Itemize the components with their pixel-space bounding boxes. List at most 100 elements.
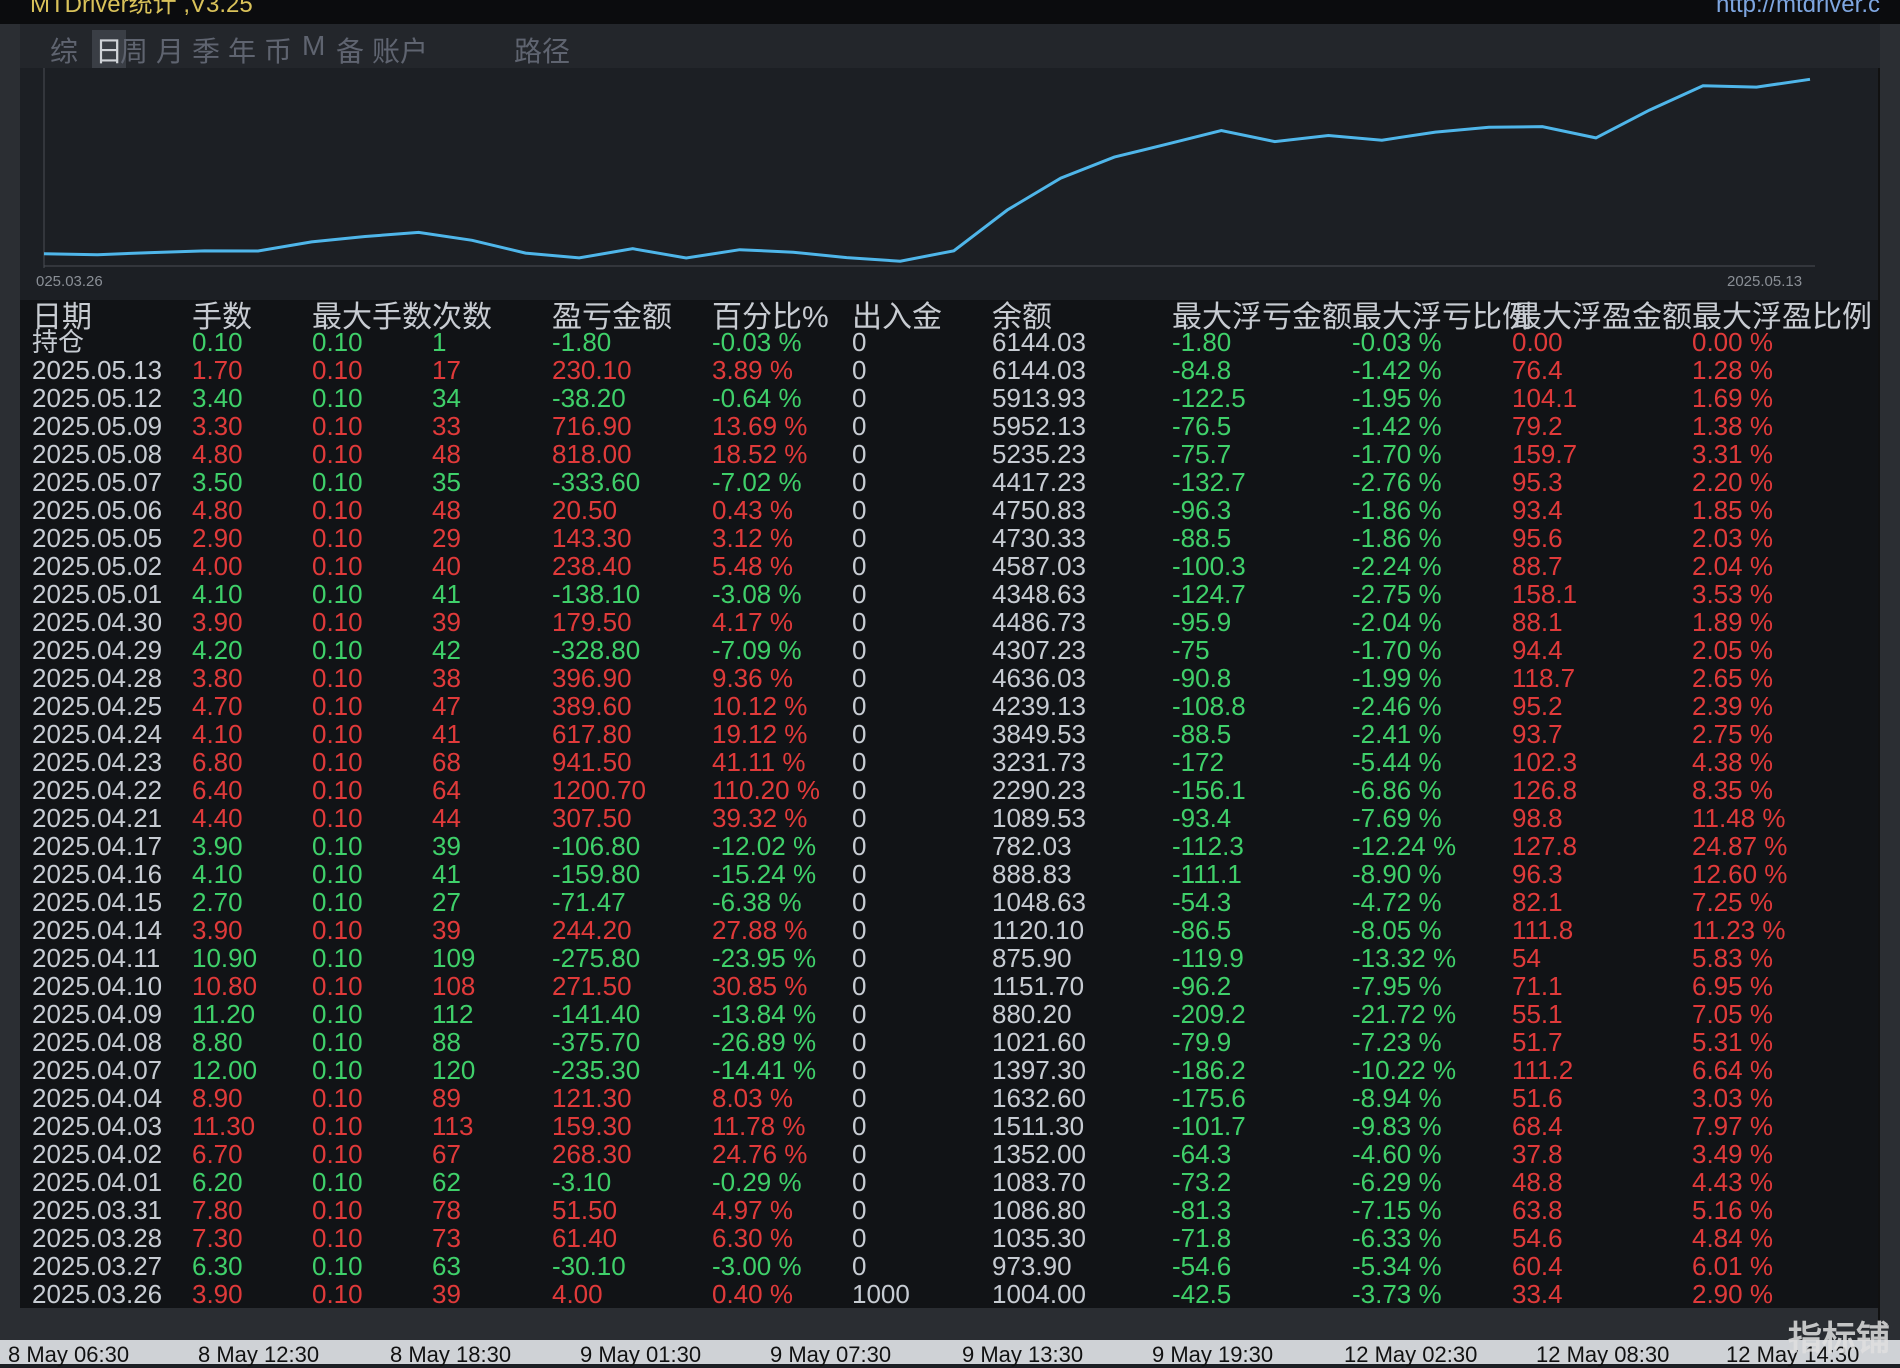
cell-max: 0.10 <box>312 719 363 749</box>
cell-lots: 4.80 <box>192 439 243 469</box>
table-row[interactable]: 2025.05.07 3.50 0.10 35 -333.60 -7.02 % 0 4417.… <box>20 468 1878 496</box>
cell-bal: 1083.70 <box>992 1167 1086 1197</box>
table-row[interactable]: 2025.05.13 1.70 0.10 17 230.10 3.89 % 0 6144.03… <box>20 356 1878 384</box>
cell-pl: 238.40 <box>552 551 632 581</box>
total-row-background <box>20 1308 1878 1340</box>
cell-mfp: 111.8 <box>1512 915 1574 945</box>
cell-mfl: -112.3 <box>1172 831 1244 861</box>
cell-max: 0.10 <box>312 411 363 441</box>
table-row[interactable]: 2025.04.09 11.20 0.10 112 -141.40 -13.84 % 0 88… <box>20 1000 1878 1028</box>
cell-pct: 10.12 % <box>712 691 808 721</box>
cell-mfp: 95.2 <box>1512 691 1563 721</box>
tab-10[interactable]: 路径 <box>514 30 570 70</box>
table-row[interactable]: 2025.03.31 7.80 0.10 78 51.50 4.97 % 0 1086.80 -… <box>20 1196 1878 1224</box>
table-row[interactable]: 2025.04.01 6.20 0.10 62 -3.10 -0.29 % 0 1083.70… <box>20 1168 1878 1196</box>
cell-pct: 0.43 % <box>712 495 793 525</box>
cell-cnt: 39 <box>432 831 461 861</box>
table-row[interactable]: 2025.04.25 4.70 0.10 47 389.60 10.12 % 0 4239.1… <box>20 692 1878 720</box>
cell-date: 2025.05.07 <box>32 467 163 497</box>
cell-lots: 3.90 <box>192 607 243 637</box>
tab-6[interactable]: 币 <box>264 30 292 70</box>
table-row[interactable]: 2025.04.04 8.90 0.10 89 121.30 8.03 % 0 1632.60… <box>20 1084 1878 1112</box>
table-row[interactable]: 2025.04.17 3.90 0.10 39 -106.80 -12.02 % 0 782.… <box>20 832 1878 860</box>
cell-lots: 11.20 <box>192 999 256 1029</box>
cell-mfpp: 4.38 % <box>1692 747 1773 777</box>
table-row[interactable]: 2025.03.27 6.30 0.10 63 -30.10 -3.00 % 0 973.90… <box>20 1252 1878 1280</box>
table-row[interactable]: 2025.05.01 4.10 0.10 41 -138.10 -3.08 % 0 4348.… <box>20 580 1878 608</box>
cell-dep: 0 <box>852 579 867 609</box>
table-row[interactable]: 2025.05.06 4.80 0.10 48 20.50 0.43 % 0 4750.83 -… <box>20 496 1878 524</box>
cell-max: 0.10 <box>312 1279 363 1309</box>
cell-date: 2025.04.11 <box>32 943 161 973</box>
table-row[interactable]: 2025.05.08 4.80 0.10 48 818.00 18.52 % 0 5235.2… <box>20 440 1878 468</box>
table-row[interactable]: 2025.04.15 2.70 0.10 27 -71.47 -6.38 % 0 1048.6… <box>20 888 1878 916</box>
cell-pct: -26.89 % <box>712 1027 817 1057</box>
table-row[interactable]: 2025.04.30 3.90 0.10 39 179.50 4.17 % 0 4486.73… <box>20 608 1878 636</box>
cell-dep: 0 <box>852 1055 867 1085</box>
cell-pct: -7.09 % <box>712 635 802 665</box>
cell-mfl: -88.5 <box>1172 523 1232 553</box>
table-row[interactable]: 2025.04.28 3.80 0.10 38 396.90 9.36 % 0 4636.03… <box>20 664 1878 692</box>
table-row[interactable]: 2025.05.02 4.00 0.10 40 238.40 5.48 % 0 4587.03… <box>20 552 1878 580</box>
table-row[interactable]: 2025.04.08 8.80 0.10 88 -375.70 -26.89 % 0 1021… <box>20 1028 1878 1056</box>
tab-0[interactable]: 综 <box>50 30 78 70</box>
cell-mfl: -209.2 <box>1172 999 1246 1029</box>
table-row[interactable]: 2025.05.09 3.30 0.10 33 716.90 13.69 % 0 5952.1… <box>20 412 1878 440</box>
cell-mfl: -93.4 <box>1172 803 1232 833</box>
cell-date: 2025.03.27 <box>32 1251 163 1281</box>
cell-lots: 1.70 <box>192 355 243 385</box>
cell-mfpp: 5.16 % <box>1692 1195 1773 1225</box>
table-row[interactable]: 2025.04.22 6.40 0.10 64 1200.70 110.20 % 0 2290… <box>20 776 1878 804</box>
table-row[interactable]: 2025.04.16 4.10 0.10 41 -159.80 -15.24 % 0 888.… <box>20 860 1878 888</box>
table-row[interactable]: 2025.04.03 11.30 0.10 113 159.30 11.78 % 0 1511… <box>20 1112 1878 1140</box>
table-row[interactable]: 2025.03.26 3.90 0.10 39 4.00 0.40 % 1000 1004.0… <box>20 1280 1878 1308</box>
cell-bal: 4750.83 <box>992 495 1086 525</box>
cell-pl: 143.30 <box>552 523 632 553</box>
cell-bal: 6144.03 <box>992 355 1086 385</box>
tab-7[interactable]: M <box>302 30 325 62</box>
cell-max: 0.10 <box>312 859 363 889</box>
table-row[interactable]: 2025.05.05 2.90 0.10 29 143.30 3.12 % 0 4730.33… <box>20 524 1878 552</box>
cell-pct: -14.41 % <box>712 1055 817 1085</box>
cell-date: 2025.04.28 <box>32 663 163 693</box>
cell-pct: 19.12 % <box>712 719 808 749</box>
cell-mflp: -8.05 % <box>1352 915 1442 945</box>
table-row[interactable]: 2025.04.24 4.10 0.10 41 617.80 19.12 % 0 3849.5… <box>20 720 1878 748</box>
tab-9[interactable]: 账户 <box>372 30 428 70</box>
cell-cnt: 67 <box>432 1139 461 1169</box>
table-row[interactable]: 2025.05.12 3.40 0.10 34 -38.20 -0.64 % 0 5913.9… <box>20 384 1878 412</box>
holding-row[interactable]: 持仓 0.10 0.10 1 -1.80 -0.03 % 0 6144.03 -1.80 -0.0… <box>20 328 1878 356</box>
cell-bal: 1021.60 <box>992 1027 1086 1057</box>
cell-mfpp: 6.64 % <box>1692 1055 1773 1085</box>
tab-5[interactable]: 年 <box>228 30 256 70</box>
tab-8[interactable]: 备 <box>336 30 364 70</box>
table-row[interactable]: 2025.04.02 6.70 0.10 67 268.30 24.76 % 0 1352.0… <box>20 1140 1878 1168</box>
tab-4[interactable]: 季 <box>192 30 220 70</box>
cell-mfl: -172 <box>1172 747 1225 777</box>
table-row[interactable]: 2025.04.11 10.90 0.10 109 -275.80 -23.95 % 0 87… <box>20 944 1878 972</box>
cell-pct: 27.88 % <box>712 915 808 945</box>
cell-max: 0.10 <box>312 1251 363 1281</box>
cell-mfp: 88.1 <box>1512 607 1563 637</box>
tab-2[interactable]: 周 <box>120 30 148 70</box>
cell-date: 2025.05.12 <box>32 383 163 413</box>
cell-mflp: -2.46 % <box>1352 691 1442 721</box>
cell-pct: 6.30 % <box>712 1223 793 1253</box>
table-row[interactable]: 2025.04.23 6.80 0.10 68 941.50 41.11 % 0 3231.7… <box>20 748 1878 776</box>
table-row[interactable]: 2025.03.28 7.30 0.10 73 61.40 6.30 % 0 1035.30 -… <box>20 1224 1878 1252</box>
cell-dep: 0 <box>852 691 867 721</box>
table-row[interactable]: 2025.04.21 4.40 0.10 44 307.50 39.32 % 0 1089.5… <box>20 804 1878 832</box>
cell-mfl: -75 <box>1172 635 1210 665</box>
table-row[interactable]: 2025.04.14 3.90 0.10 39 244.20 27.88 % 0 1120.1… <box>20 916 1878 944</box>
table-row[interactable]: 2025.04.29 4.20 0.10 42 -328.80 -7.09 % 0 4307.… <box>20 636 1878 664</box>
tab-3[interactable]: 月 <box>156 30 184 70</box>
time-axis-label: 12 May 08:30 <box>1536 1342 1670 1367</box>
table-row[interactable]: 2025.04.07 12.00 0.10 120 -235.30 -14.41 % 0 13… <box>20 1056 1878 1084</box>
window-url[interactable]: http://mtdriver.c <box>1716 0 1880 17</box>
cell-max: 0.10 <box>312 327 363 357</box>
cell-cnt: 41 <box>432 579 461 609</box>
table-row[interactable]: 2025.04.10 10.80 0.10 108 271.50 30.85 % 0 1151… <box>20 972 1878 1000</box>
cell-lots: 12.00 <box>192 1055 258 1085</box>
right-scrollbar[interactable] <box>1878 24 1900 1340</box>
cell-cnt: 41 <box>432 719 461 749</box>
